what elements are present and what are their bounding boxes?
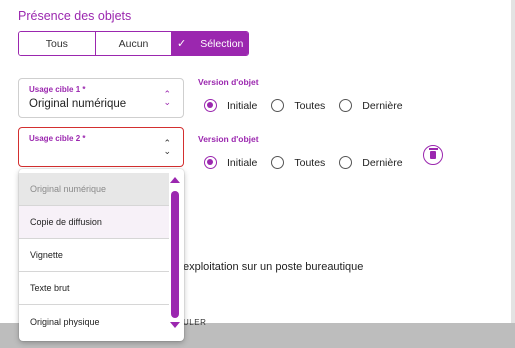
segment-tous-label: Tous — [45, 37, 68, 50]
presence-segmented-control: Tous Aucun ✓ Sélection — [18, 31, 249, 56]
right-panel-edge — [511, 0, 515, 323]
radio-button[interactable] — [339, 99, 353, 112]
background-option-text: exploitation sur un poste bureautique — [183, 261, 364, 273]
usage-cible-1-label: Usage cible 1 * — [29, 85, 86, 94]
check-icon: ✓ — [176, 38, 187, 50]
background-button-text: ULER — [183, 318, 207, 327]
radio-label: Dernière — [362, 99, 403, 112]
radio-derniere-2[interactable]: Dernière — [339, 156, 403, 169]
dropdown-option[interactable]: Texte brut — [19, 272, 169, 305]
radio-button[interactable] — [339, 156, 353, 169]
dropdown-option[interactable]: Vignette — [19, 239, 169, 272]
usage-cible-1-value: Original numérique — [29, 98, 127, 110]
version-objet-2-radio-group: Initiale Toutes Dernière — [204, 156, 417, 169]
segment-aucun-label: Aucun — [118, 37, 149, 50]
section-title: Présence des objets — [18, 9, 132, 23]
radio-initiale-2[interactable]: Initiale — [204, 156, 257, 169]
radio-button[interactable] — [271, 99, 285, 112]
version-objet-2-label: Version d'objet — [198, 134, 259, 144]
segment-selection-label: Sélection — [200, 37, 244, 50]
delete-row-button[interactable] — [423, 145, 443, 165]
dropdown-option[interactable]: Copie de diffusion — [19, 206, 169, 239]
version-objet-1-label: Version d'objet — [198, 77, 259, 87]
usage-cible-1-select[interactable]: Usage cible 1 * Original numérique ⌃ ⌄ — [18, 78, 184, 118]
segment-aucun[interactable]: Aucun — [95, 32, 173, 55]
radio-label: Dernière — [362, 156, 403, 169]
chevron-updown-icon: ⌃ ⌄ — [163, 89, 171, 107]
scroll-up-icon[interactable] — [170, 177, 180, 183]
segment-selection[interactable]: ✓ Sélection — [172, 32, 248, 55]
radio-derniere-1[interactable]: Dernière — [339, 99, 403, 112]
radio-label: Toutes — [294, 156, 326, 169]
segment-tous[interactable]: Tous — [19, 32, 96, 55]
radio-initiale-1[interactable]: Initiale — [204, 99, 257, 112]
usage-cible-2-select[interactable]: Usage cible 2 * ⌃ ⌄ — [18, 127, 184, 167]
usage-cible-dropdown: Original numérique Copie de diffusion Vi… — [19, 169, 184, 341]
radio-button[interactable] — [204, 99, 217, 112]
version-objet-1-radio-group: Initiale Toutes Dernière — [204, 99, 417, 112]
scrollbar-thumb[interactable] — [171, 191, 179, 318]
radio-toutes-2[interactable]: Toutes — [271, 156, 325, 169]
radio-toutes-1[interactable]: Toutes — [271, 99, 325, 112]
radio-button[interactable] — [204, 156, 217, 169]
radio-label: Initiale — [227, 156, 258, 169]
radio-label: Initiale — [227, 99, 258, 112]
scroll-down-icon[interactable] — [170, 322, 180, 328]
radio-label: Toutes — [294, 99, 326, 112]
trash-icon — [428, 148, 438, 159]
dropdown-option[interactable]: Original numérique — [19, 173, 169, 206]
dropdown-option[interactable]: Original physique — [19, 305, 169, 338]
chevron-updown-icon: ⌃ ⌄ — [163, 138, 171, 156]
usage-cible-2-label: Usage cible 2 * — [29, 134, 86, 143]
radio-button[interactable] — [271, 156, 285, 169]
